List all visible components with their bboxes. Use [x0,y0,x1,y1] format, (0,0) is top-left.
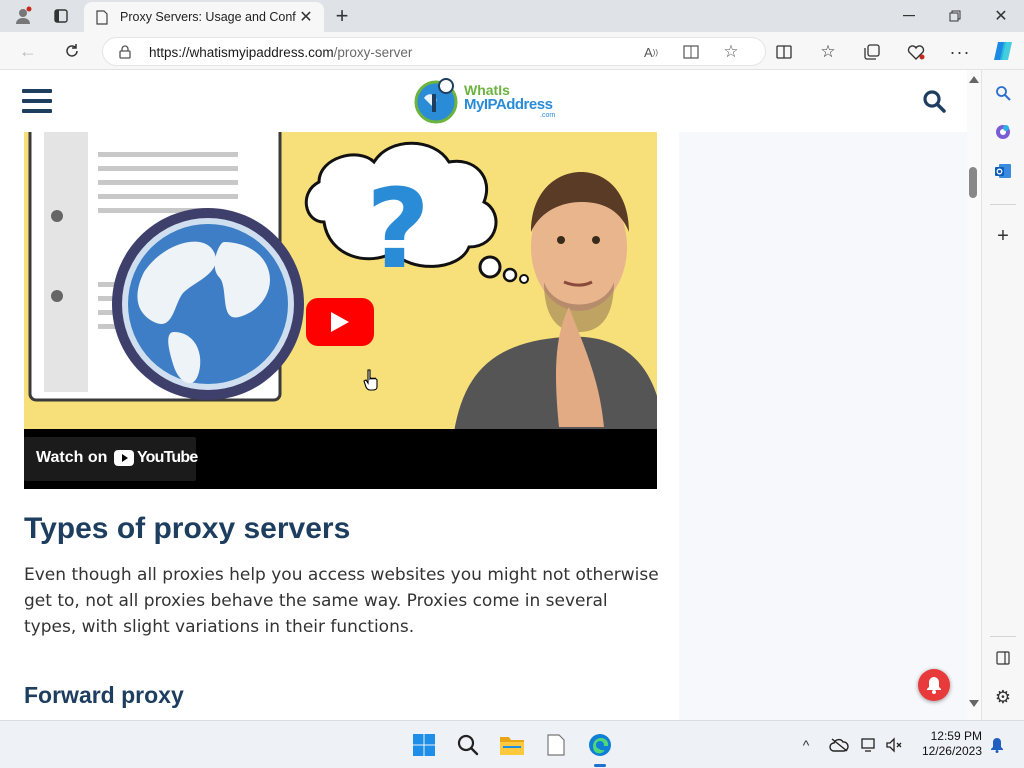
network-icon[interactable] [860,735,880,755]
windows-logo-icon [413,734,435,756]
profile-icon[interactable] [10,4,36,28]
logo-line2: MyIPAddress [464,96,553,113]
section-paragraph: Even though all proxies help you access … [24,565,659,637]
svg-text:?: ? [366,165,430,293]
watch-on-label: Watch on [36,449,108,466]
video-bottom-bar: Watch on YouTube [24,429,657,489]
hamburger-menu-icon[interactable] [20,86,54,116]
sidebar-ad-area [679,132,967,720]
tab-strip: Proxy Servers: Usage and Config ✕ + ✕ [0,0,1024,32]
web-page: WhatIs MyIPAddress .com ? Watch on YouTu… [0,70,967,720]
site-logo[interactable]: WhatIs MyIPAddress .com [414,76,562,126]
favorite-star-icon[interactable]: ☆ [721,42,741,62]
start-button[interactable] [408,729,440,761]
browser-essentials-icon[interactable] [904,40,928,64]
notification-bell-button[interactable] [918,669,950,701]
youtube-logo-icon [114,450,134,466]
sidebar-divider-bottom [990,636,1016,637]
sidebar-divider [990,204,1016,205]
close-window-icon[interactable]: ✕ [988,4,1014,28]
notification-icon[interactable] [988,735,1006,755]
file-explorer-icon[interactable] [496,729,528,761]
scroll-thumb[interactable] [969,167,977,198]
scroll-down-arrow-icon[interactable] [969,700,979,707]
clock[interactable]: 12:59 PM 12/26/2023 [914,729,982,763]
scroll-up-arrow-icon[interactable] [969,76,979,83]
sidebar-add-icon[interactable]: + [990,223,1016,249]
youtube-label: YouTube [137,449,198,466]
tab-active[interactable]: Proxy Servers: Usage and Config ✕ [84,2,324,32]
onedrive-icon[interactable] [828,735,850,755]
sidebar-outlook-icon[interactable] [990,158,1016,184]
close-tab-icon[interactable]: ✕ [298,9,314,26]
search-icon[interactable] [918,86,950,116]
immersive-reader-icon[interactable] [681,42,701,62]
copilot-icon[interactable] [990,38,1016,64]
split-screen-icon[interactable] [772,40,796,64]
watch-on-youtube-button[interactable]: Watch on YouTube [24,437,198,481]
favorites-icon[interactable]: ☆ [816,40,840,64]
tab-actions-icon[interactable] [48,4,74,28]
windows-taskbar: ^ 12:59 PM 12/26/2023 [0,720,1024,768]
tab-title: Proxy Servers: Usage and Config [120,10,296,24]
sidebar-search-icon[interactable] [990,80,1016,106]
edge-taskbar-icon[interactable] [584,729,616,761]
bell-icon [927,677,941,694]
volume-muted-icon[interactable] [884,735,904,755]
sidebar-copilot-icon[interactable] [990,119,1016,145]
minimize-icon[interactable] [896,4,922,28]
clock-time: 12:59 PM [930,729,982,743]
edge-sidebar: + ⚙ [981,70,1024,720]
video-thumbnail: ? [28,132,657,432]
site-header: WhatIs MyIPAddress .com [0,70,967,132]
page-icon [94,9,110,25]
back-icon[interactable]: ← [16,39,40,63]
subsection-heading: Forward proxy [24,682,184,708]
restore-icon[interactable] [942,4,968,28]
read-aloud-icon[interactable]: A)) [641,42,661,62]
address-bar[interactable]: https://whatismyipaddress.com/proxy-serv… [102,37,766,66]
collections-icon[interactable] [860,40,884,64]
lock-icon[interactable] [117,44,133,60]
clock-date: 12/26/2023 [921,744,982,758]
section-heading: Types of proxy servers [24,512,351,545]
show-hidden-icons[interactable]: ^ [796,735,816,755]
globe-logo-icon [414,78,458,124]
page-scrollbar[interactable] [967,70,981,720]
taskbar-search-icon[interactable] [452,729,484,761]
sidebar-settings-icon[interactable]: ⚙ [990,684,1016,710]
cursor-hand-icon [363,369,379,391]
more-menu-icon[interactable]: ··· [948,40,972,64]
play-button[interactable] [306,298,374,346]
logo-suffix: .com [540,112,556,119]
sidebar-hide-icon[interactable] [990,646,1016,670]
new-tab-icon[interactable]: + [330,3,354,28]
url-path: /proxy-server [333,45,413,60]
play-icon [331,312,349,332]
refresh-icon[interactable] [60,39,84,63]
notepad-icon[interactable] [540,729,572,761]
edge-active-indicator [594,764,606,767]
url-text: https://whatismyipaddress.com/proxy-serv… [149,45,412,60]
url-host: https://whatismyipaddress.com [149,45,334,60]
